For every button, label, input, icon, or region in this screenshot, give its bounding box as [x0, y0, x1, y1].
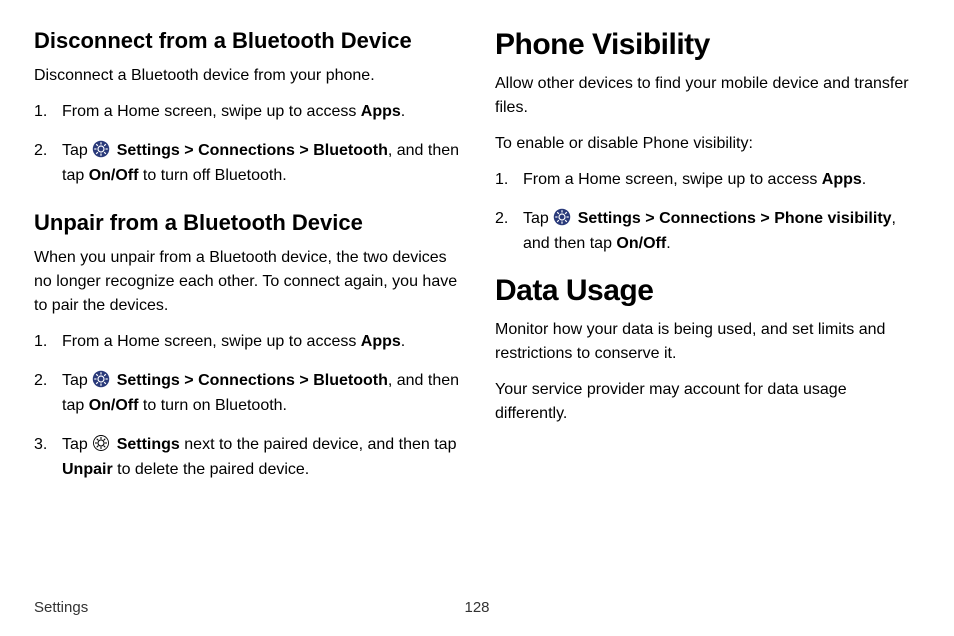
settings-icon: [92, 140, 110, 158]
subintro-phone-visibility: To enable or disable Phone visibility:: [495, 132, 920, 156]
intro-data-usage: Monitor how your data is being used, and…: [495, 318, 920, 366]
heading-phone-visibility: Phone Visibility: [495, 28, 920, 62]
list-item: Tap Settings > Connections > Bluetooth, …: [34, 139, 459, 189]
list-item: Tap Settings next to the paired device, …: [34, 433, 459, 483]
intro-disconnect: Disconnect a Bluetooth device from your …: [34, 64, 459, 88]
left-column: Disconnect from a Bluetooth Device Disco…: [34, 28, 459, 589]
steps-disconnect: From a Home screen, swipe up to access A…: [34, 100, 459, 188]
heading-unpair: Unpair from a Bluetooth Device: [34, 210, 459, 236]
steps-unpair: From a Home screen, swipe up to access A…: [34, 330, 459, 482]
footer-section: Settings: [34, 599, 88, 616]
page-footer: Settings 128: [34, 589, 920, 616]
heading-data-usage: Data Usage: [495, 274, 920, 308]
list-item: From a Home screen, swipe up to access A…: [34, 100, 459, 125]
settings-outline-icon: [92, 434, 110, 452]
intro-phone-visibility: Allow other devices to find your mobile …: [495, 72, 920, 120]
right-column: Phone Visibility Allow other devices to …: [495, 28, 920, 589]
settings-icon: [553, 208, 571, 226]
intro-unpair: When you unpair from a Bluetooth device,…: [34, 246, 459, 318]
list-item: From a Home screen, swipe up to access A…: [495, 168, 920, 193]
list-item: Tap Settings > Connections > Bluetooth, …: [34, 369, 459, 419]
page-content: Disconnect from a Bluetooth Device Disco…: [34, 28, 920, 589]
footer-page-number: 128: [464, 599, 489, 616]
heading-disconnect: Disconnect from a Bluetooth Device: [34, 28, 459, 54]
steps-phone-visibility: From a Home screen, swipe up to access A…: [495, 168, 920, 256]
subintro-data-usage: Your service provider may account for da…: [495, 378, 920, 426]
list-item: From a Home screen, swipe up to access A…: [34, 330, 459, 355]
list-item: Tap Settings > Connections > Phone visib…: [495, 207, 920, 257]
settings-icon: [92, 370, 110, 388]
